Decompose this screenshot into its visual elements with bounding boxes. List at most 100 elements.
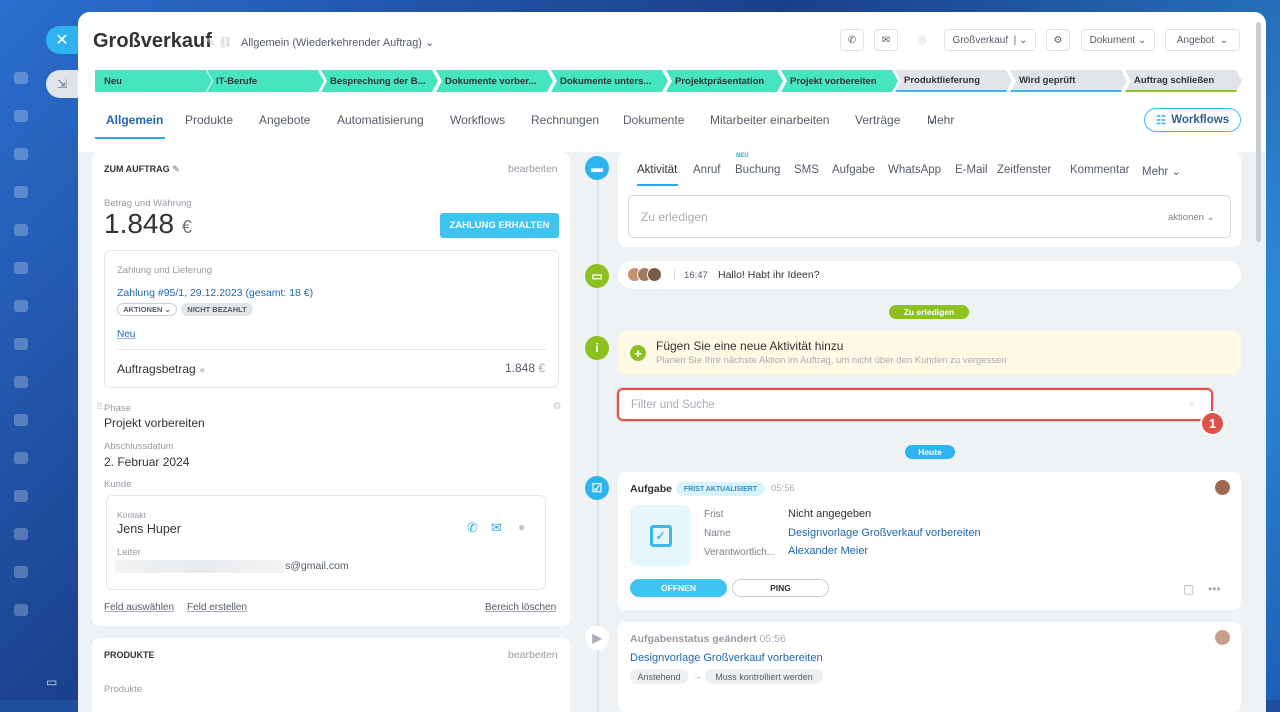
avatar[interactable]: [1215, 480, 1230, 495]
contact-box: Kontakt Jens Huper ✆ ✉ ● Leiter s@gmail.…: [106, 495, 546, 590]
chat-icon[interactable]: ◎: [910, 29, 934, 51]
tab-produkte[interactable]: Produkte: [185, 113, 233, 127]
task-title: Aufgabe: [630, 483, 672, 495]
chat-icon[interactable]: ●: [518, 520, 525, 534]
select-field-link[interactable]: Feld auswählen: [104, 602, 174, 613]
settings-icon[interactable]: ⚙: [553, 401, 562, 412]
status-task-link[interactable]: Designvorlage Großverkauf vorbereiten: [630, 652, 823, 664]
edit-link[interactable]: bearbeiten: [508, 163, 558, 175]
menu-icon[interactable]: [14, 452, 28, 464]
tab-zeitfenster[interactable]: Zeitfenster: [997, 164, 1051, 176]
tab-allgemein[interactable]: Allgemein: [106, 113, 163, 127]
email-value[interactable]: s@gmail.com: [285, 560, 349, 572]
edit-link[interactable]: bearbeiten: [508, 649, 558, 661]
workflows-button[interactable]: ☷ Workflows: [1144, 108, 1241, 132]
responsible-link[interactable]: Alexander Meier: [788, 545, 868, 557]
tab-rechnungen[interactable]: Rechnungen: [531, 113, 599, 127]
menu-icon[interactable]: [14, 110, 28, 122]
menu-icon[interactable]: [14, 300, 28, 312]
menu-icon[interactable]: [14, 528, 28, 540]
tab-mehr[interactable]: Mehr ⌄: [927, 113, 954, 127]
tab-aufgabe[interactable]: Aufgabe: [832, 164, 875, 176]
menu-icon[interactable]: [14, 376, 28, 388]
task-name-link[interactable]: Designvorlage Großverkauf vorbereiten: [788, 527, 981, 539]
minimize-icon[interactable]: ⇲: [46, 70, 78, 98]
stage-auftrag-schliessen[interactable]: Auftrag schließen: [1125, 70, 1242, 92]
company-button[interactable]: Großverkauf | ⌄: [944, 29, 1036, 51]
tab-sms[interactable]: SMS: [794, 164, 819, 176]
menu-icon[interactable]: [14, 338, 28, 350]
menu-icon[interactable]: [14, 604, 28, 616]
actions-badge[interactable]: AKTIONEN ⌄: [117, 303, 177, 316]
status-to: Muss kontrolliert werden: [705, 669, 823, 684]
menu-icon[interactable]: [14, 566, 28, 578]
contact-name[interactable]: Jens Huper: [117, 522, 181, 536]
tab-automatisierung[interactable]: Automatisierung: [337, 113, 424, 127]
menu-icon[interactable]: [14, 148, 28, 160]
comment-icon: ▬: [585, 156, 609, 180]
stage-it-berufe[interactable]: IT-Berufe: [207, 70, 324, 92]
actions-dropdown[interactable]: aktionen ⌄: [1168, 212, 1215, 223]
new-payment-link[interactable]: Neu: [117, 329, 135, 340]
tab-dokumente[interactable]: Dokumente: [623, 113, 684, 127]
menu-icon[interactable]: [14, 262, 28, 274]
tab-email[interactable]: E-Mail: [955, 164, 988, 176]
document-button[interactable]: Dokument ⌄: [1081, 29, 1155, 51]
menu-icon[interactable]: [14, 490, 28, 502]
open-button[interactable]: ÖFFNEN: [630, 579, 727, 597]
todo-input[interactable]: Zu erledigen aktionen ⌄: [628, 195, 1231, 238]
close-icon[interactable]: ✕: [46, 26, 78, 54]
menu-icon[interactable]: [14, 414, 28, 426]
mail-icon[interactable]: ✉: [874, 29, 898, 51]
tab-angebote[interactable]: Angebote: [259, 113, 310, 127]
stage-projekt-vorbereiten[interactable]: Projekt vorbereiten: [781, 70, 898, 92]
tab-whatsapp[interactable]: WhatsApp: [888, 164, 941, 176]
menu-icon[interactable]: [14, 224, 28, 236]
scrollbar[interactable]: [1256, 22, 1261, 242]
close-date-value[interactable]: 2. Februar 2024: [104, 455, 189, 469]
tab-workflows[interactable]: Workflows: [450, 113, 505, 127]
stage-dokumente-vorbereiten[interactable]: Dokumente vorber...: [436, 70, 553, 92]
phase-value[interactable]: Projekt vorbereiten: [104, 416, 205, 430]
mail-icon[interactable]: ✉: [491, 520, 502, 536]
stage-dokumente-unterschreiben[interactable]: Dokumente unters...: [551, 70, 668, 92]
create-field-link[interactable]: Feld erstellen: [187, 602, 247, 613]
tab-mitarbeiter[interactable]: Mitarbeiter einarbeiten: [710, 113, 829, 127]
avatar[interactable]: [1215, 630, 1230, 645]
phone-icon[interactable]: ✆: [467, 520, 478, 536]
stage-wird-geprueft[interactable]: Wird geprüft: [1010, 70, 1127, 92]
message-item[interactable]: 16:47 Hallo! Habt ihr Ideen?: [618, 261, 1241, 289]
tab-anruf[interactable]: Anruf: [693, 164, 721, 176]
payment-link[interactable]: Zahlung #95/1, 29.12.2023 (gesamt: 18 €): [117, 287, 313, 299]
task-card: Aufgabe FRIST AKTUALISIERT 05:56 ✓ Frist…: [618, 472, 1241, 610]
drag-handle-icon[interactable]: ⠿: [96, 402, 103, 413]
stage-produktlieferung[interactable]: Produktlieferung: [895, 70, 1012, 92]
stage-projektpraesentation[interactable]: Projektpräsentation: [666, 70, 783, 92]
edit-pencil-icon[interactable]: ✎ ⛓: [206, 36, 232, 49]
deal-category[interactable]: Allgemein (Wiederkehrender Auftrag) ⌄: [241, 36, 434, 49]
filter-search-input[interactable]: Filter und Suche ⌕: [617, 388, 1213, 421]
gear-icon[interactable]: ⚙: [1046, 29, 1070, 51]
unpaid-badge: NICHT BEZAHLT: [181, 303, 253, 316]
ping-button[interactable]: PING: [732, 579, 829, 597]
more-icon[interactable]: •••: [1208, 582, 1221, 596]
tab-mehr[interactable]: Mehr ⌄: [1142, 164, 1181, 178]
delete-area-link[interactable]: Bereich löschen: [485, 602, 556, 613]
tab-vertraege[interactable]: Verträge: [855, 113, 900, 127]
offer-button[interactable]: Angebot ⌄: [1165, 29, 1240, 51]
search-icon[interactable]: ⌕: [1189, 398, 1195, 411]
stage-neu[interactable]: Neu: [95, 70, 212, 92]
stage-besprechung[interactable]: Besprechung der B...: [321, 70, 438, 92]
tab-buchung[interactable]: Buchung: [735, 164, 780, 176]
add-activity-hint[interactable]: + Fügen Sie eine neue Aktivität hinzu Pl…: [618, 331, 1241, 375]
add-icon[interactable]: +: [630, 345, 646, 361]
tab-aktivitaet[interactable]: Aktivität: [637, 164, 677, 176]
phone-icon[interactable]: ✆: [840, 29, 864, 51]
note-icon[interactable]: ▢: [1183, 582, 1194, 596]
menu-icon[interactable]: [14, 72, 28, 84]
receive-payment-button[interactable]: ZAHLUNG ERHALTEN: [440, 213, 559, 238]
printer-icon[interactable]: ▭: [46, 675, 57, 689]
tab-kommentar[interactable]: Kommentar: [1070, 164, 1129, 176]
menu-icon[interactable]: [14, 186, 28, 198]
status-card: Aufgabenstatus geändert 05:56 Designvorl…: [618, 622, 1241, 712]
